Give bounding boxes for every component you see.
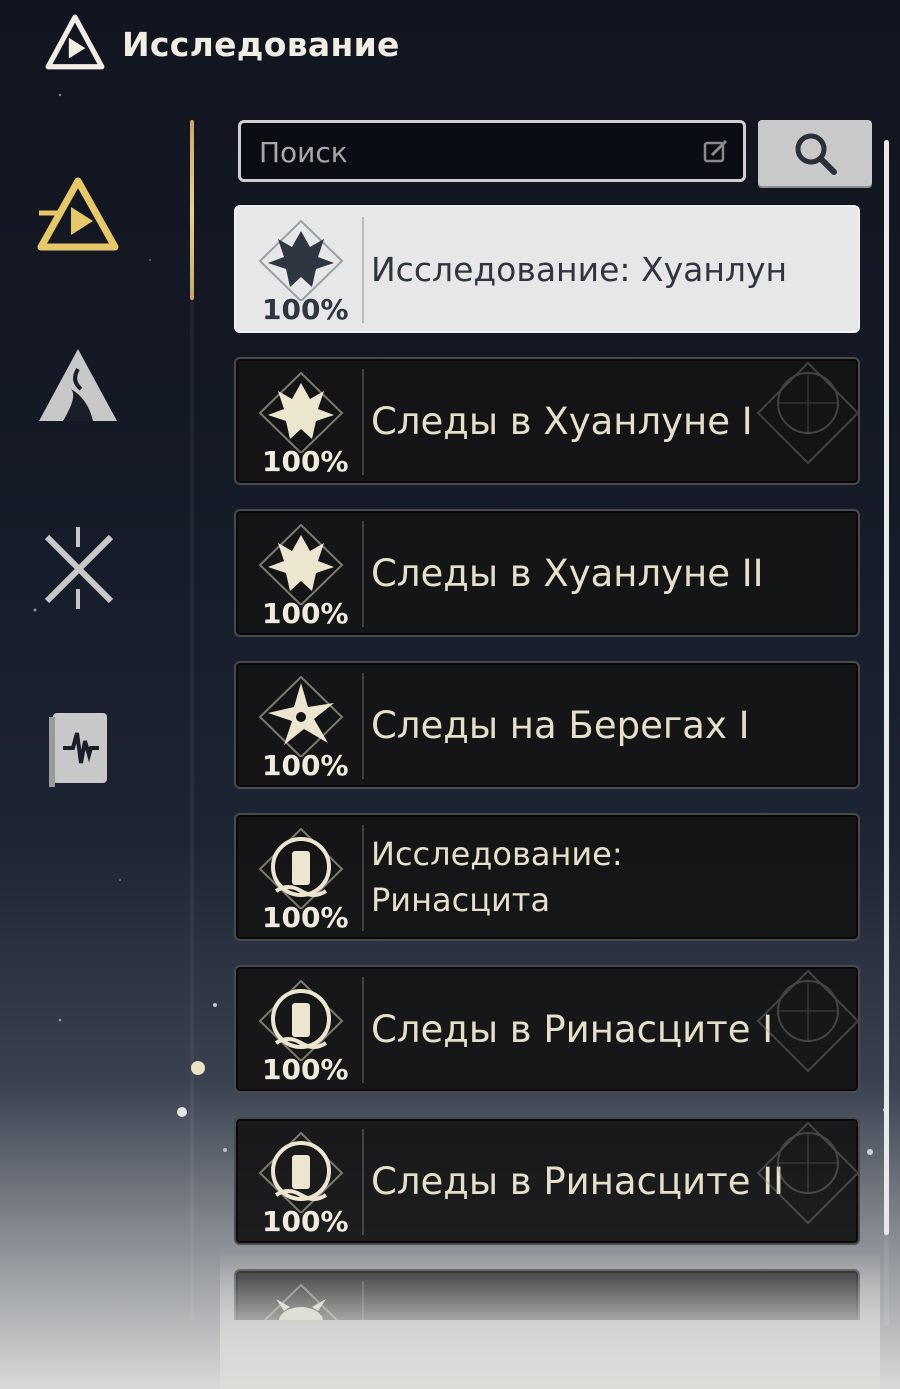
completion-percent: 100% — [262, 1053, 349, 1086]
sidebar-tab-combat[interactable] — [30, 520, 126, 616]
item-label-line: Ринасцита — [371, 881, 551, 919]
list-item[interactable]: 100% Следы в Ринасците II — [234, 1117, 860, 1245]
item-separator — [362, 977, 364, 1083]
scrollbar-thumb[interactable] — [884, 140, 889, 1235]
codex-book-icon — [49, 713, 107, 787]
item-separator — [362, 369, 364, 475]
completion-percent: 100% — [262, 901, 349, 934]
item-label-line: Исследование: — [371, 835, 623, 873]
item-separator — [362, 521, 364, 627]
item-label: Следы в Хуанлуне II — [371, 551, 764, 595]
sidebar-active-indicator — [190, 120, 194, 300]
list-item[interactable]: 100% Следы на Берегах I — [234, 661, 860, 789]
page-header: Исследование — [44, 14, 400, 74]
list-item[interactable]: 100% Следы в Ринасците I — [234, 965, 860, 1093]
creature-crest-icon — [254, 1281, 348, 1320]
completion-percent: 100% — [262, 1205, 349, 1238]
item-label — [371, 1271, 841, 1320]
item-separator — [362, 1281, 364, 1320]
exploration-triangle-icon — [37, 177, 119, 251]
exploration-logo-icon — [45, 14, 105, 70]
compass-watermark-icon — [756, 969, 858, 1073]
item-label: Следы на Берегах I — [371, 703, 750, 747]
lantern-wave-icon — [254, 977, 348, 1063]
compass-watermark-icon — [756, 361, 858, 465]
crossed-swords-icon — [44, 527, 114, 609]
item-separator — [362, 217, 364, 323]
compass-watermark-icon — [756, 1121, 858, 1225]
dragon-crest-icon — [254, 217, 348, 303]
dragon-crest-icon — [254, 369, 348, 455]
search-button[interactable] — [758, 120, 872, 186]
completion-percent: 100% — [262, 445, 349, 478]
search-box — [238, 120, 746, 182]
sidebar-tab-regions[interactable] — [30, 338, 126, 434]
sidebar — [0, 120, 190, 1320]
completion-percent: 100% — [262, 293, 349, 326]
dragon-crest-icon — [254, 521, 348, 607]
sidebar-divider — [190, 120, 194, 1320]
list-item[interactable]: 100% Исследование: Хуанлун — [234, 205, 860, 333]
completion-percent: 100% — [262, 749, 349, 782]
list-item[interactable]: 100% Следы в Хуанлуне II — [234, 509, 860, 637]
item-label: Исследование: Ринасцита — [371, 815, 841, 939]
item-separator — [362, 1129, 364, 1235]
list-item[interactable]: 100% Следы в Хуанлуне I — [234, 357, 860, 485]
item-label: Исследование: Хуанлун — [371, 249, 788, 289]
exploration-list: 100% Исследование: Хуанлун 100% Следы в … — [234, 205, 860, 1320]
edit-icon[interactable] — [703, 139, 729, 165]
lantern-wave-icon — [254, 1129, 348, 1215]
completion-percent: 100% — [262, 597, 349, 630]
mountain-region-icon — [39, 349, 117, 421]
item-separator — [362, 825, 364, 931]
sidebar-tab-exploration[interactable] — [30, 170, 126, 266]
item-separator — [362, 673, 364, 779]
star-flower-icon — [254, 673, 348, 759]
page-title: Исследование — [122, 24, 400, 64]
lantern-wave-icon — [254, 825, 348, 911]
search-input[interactable] — [257, 129, 691, 175]
sidebar-tab-codex[interactable] — [30, 700, 126, 796]
list-item[interactable]: 100% Исследование: Ринасцита — [234, 813, 860, 941]
search-icon — [795, 133, 837, 175]
list-item[interactable] — [234, 1269, 860, 1320]
